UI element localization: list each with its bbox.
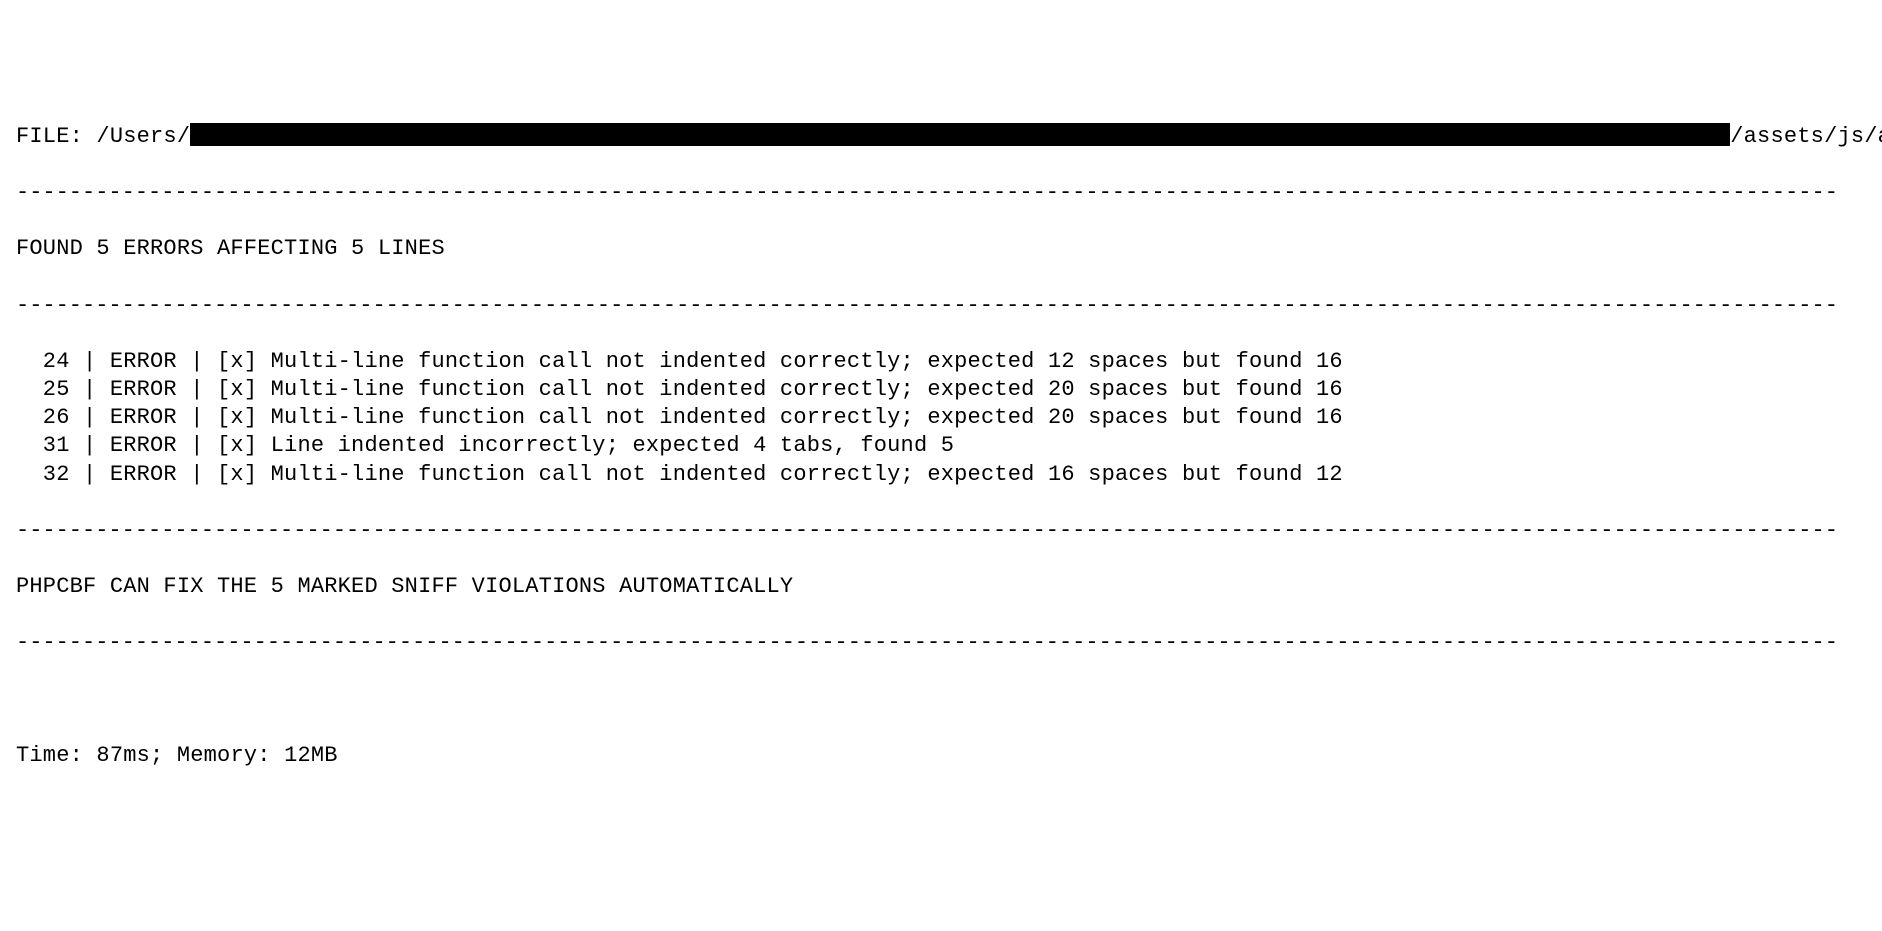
file-path-suffix: /assets/js/admin.js bbox=[1730, 124, 1882, 149]
divider: ----------------------------------------… bbox=[16, 629, 1866, 657]
error-list: 24 | ERROR | [x] Multi-line function cal… bbox=[16, 348, 1866, 489]
redacted-path bbox=[190, 123, 1730, 146]
file-label: FILE: bbox=[16, 124, 83, 149]
file-path-prefix: /Users/ bbox=[96, 124, 190, 149]
fix-note: PHPCBF CAN FIX THE 5 MARKED SNIFF VIOLAT… bbox=[16, 573, 1866, 601]
time-label: Time: bbox=[16, 743, 83, 768]
error-row: 31 | ERROR | [x] Line indented incorrect… bbox=[16, 432, 1866, 460]
divider: ----------------------------------------… bbox=[16, 292, 1866, 320]
time-value: 87ms; bbox=[96, 743, 163, 768]
memory-value: 12MB bbox=[284, 743, 338, 768]
divider: ----------------------------------------… bbox=[16, 517, 1866, 545]
memory-label: Memory: bbox=[177, 743, 271, 768]
error-row: 26 | ERROR | [x] Multi-line function cal… bbox=[16, 404, 1866, 432]
divider: ----------------------------------------… bbox=[16, 179, 1866, 207]
blank-line bbox=[16, 686, 1866, 714]
error-row: 32 | ERROR | [x] Multi-line function cal… bbox=[16, 461, 1866, 489]
footer-line: Time: 87ms; Memory: 12MB bbox=[16, 742, 1866, 770]
error-row: 24 | ERROR | [x] Multi-line function cal… bbox=[16, 348, 1866, 376]
error-row: 25 | ERROR | [x] Multi-line function cal… bbox=[16, 376, 1866, 404]
summary-line: FOUND 5 ERRORS AFFECTING 5 LINES bbox=[16, 235, 1866, 263]
file-line: FILE: /Users//assets/js/admin.js bbox=[16, 123, 1866, 151]
